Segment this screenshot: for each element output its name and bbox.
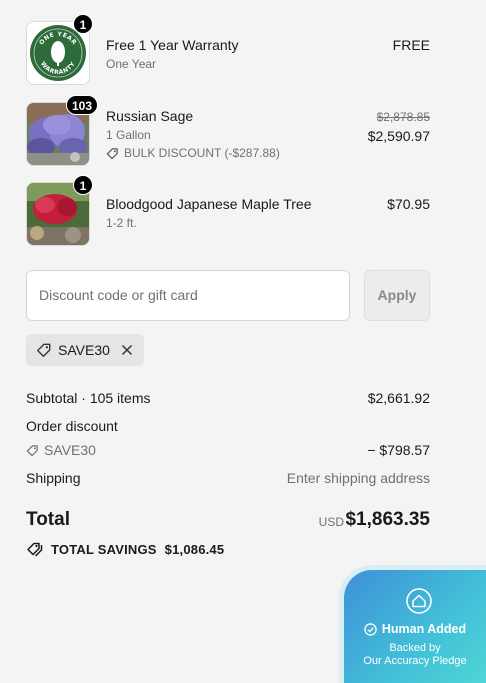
item-variant: One Year [106, 57, 157, 71]
item-name: Russian Sage [106, 108, 194, 124]
badge-title-row: Human Added [344, 622, 486, 636]
home-badge-icon [406, 588, 432, 614]
applied-discount-code: SAVE30 [58, 342, 110, 358]
tags-icon [27, 542, 43, 557]
badge-line-1: Backed by [389, 642, 441, 654]
applied-discount-tag: SAVE30 [26, 334, 144, 366]
order-discount-label: Order discount [26, 418, 118, 434]
item-variant: 1 Gallon [106, 128, 151, 142]
order-discount-value: − $798.57 [367, 442, 430, 458]
savings-label: TOTAL SAVINGS [51, 541, 157, 557]
item-compare-price: $2,878.85 [376, 110, 430, 124]
tag-icon [37, 343, 51, 357]
item-price: FREE [392, 37, 430, 53]
item-price: $2,590.97 [367, 128, 430, 144]
quantity-badge: 1 [73, 175, 93, 195]
shipping-value: Enter shipping address [286, 470, 430, 486]
quantity-badge: 1 [73, 14, 93, 34]
total-label: Total [26, 509, 70, 530]
item-name: Free 1 Year Warranty [106, 37, 239, 53]
line-item-warranty: ONE YEAR WARRANTY 1 Free 1 Year Warranty… [26, 14, 430, 87]
apply-button[interactable]: Apply [364, 270, 430, 321]
line-item-japanese-maple: 1 Bloodgood Japanese Maple Tree 1-2 ft. … [26, 175, 430, 248]
tag-icon [106, 147, 118, 159]
quantity-badge: 103 [66, 95, 99, 115]
total-amount: $1,863.35 [345, 509, 430, 530]
item-variant: 1-2 ft. [106, 216, 137, 230]
savings-value: $1,086.45 [164, 541, 225, 557]
check-circle-icon [364, 622, 377, 636]
subtotal-label: Subtotal · 105 items [26, 390, 151, 406]
order-discount-code-row: SAVE30 − $798.57 [26, 442, 430, 458]
tag-icon [26, 444, 38, 456]
badge-title: Human Added [381, 622, 467, 636]
close-icon[interactable] [120, 343, 134, 357]
total-currency: USD [318, 515, 344, 529]
bulk-discount-label: BULK DISCOUNT (-$287.88) [124, 146, 280, 160]
order-discount-row: Order discount [26, 418, 430, 434]
subtotal-row: Subtotal · 105 items $2,661.92 [26, 390, 430, 406]
line-item-russian-sage: 103 Russian Sage 1 Gallon BULK DISCOUNT … [26, 95, 430, 168]
badge-line-2: Our Accuracy Pledge [363, 655, 467, 667]
order-discount-code: SAVE30 [44, 442, 96, 458]
shipping-row: Shipping Enter shipping address [26, 470, 430, 486]
item-name: Bloodgood Japanese Maple Tree [106, 196, 312, 212]
shipping-label: Shipping [26, 470, 81, 486]
accuracy-pledge-badge[interactable]: Human Added Backed by Our Accuracy Pledg… [344, 570, 486, 683]
bulk-discount: BULK DISCOUNT (-$287.88) [106, 146, 280, 160]
item-price: $70.95 [387, 196, 430, 212]
total-savings: TOTAL SAVINGS $1,086.45 [26, 541, 224, 557]
subtotal-value: $2,661.92 [367, 390, 430, 406]
discount-code-input[interactable]: Discount code or gift card [26, 270, 350, 321]
